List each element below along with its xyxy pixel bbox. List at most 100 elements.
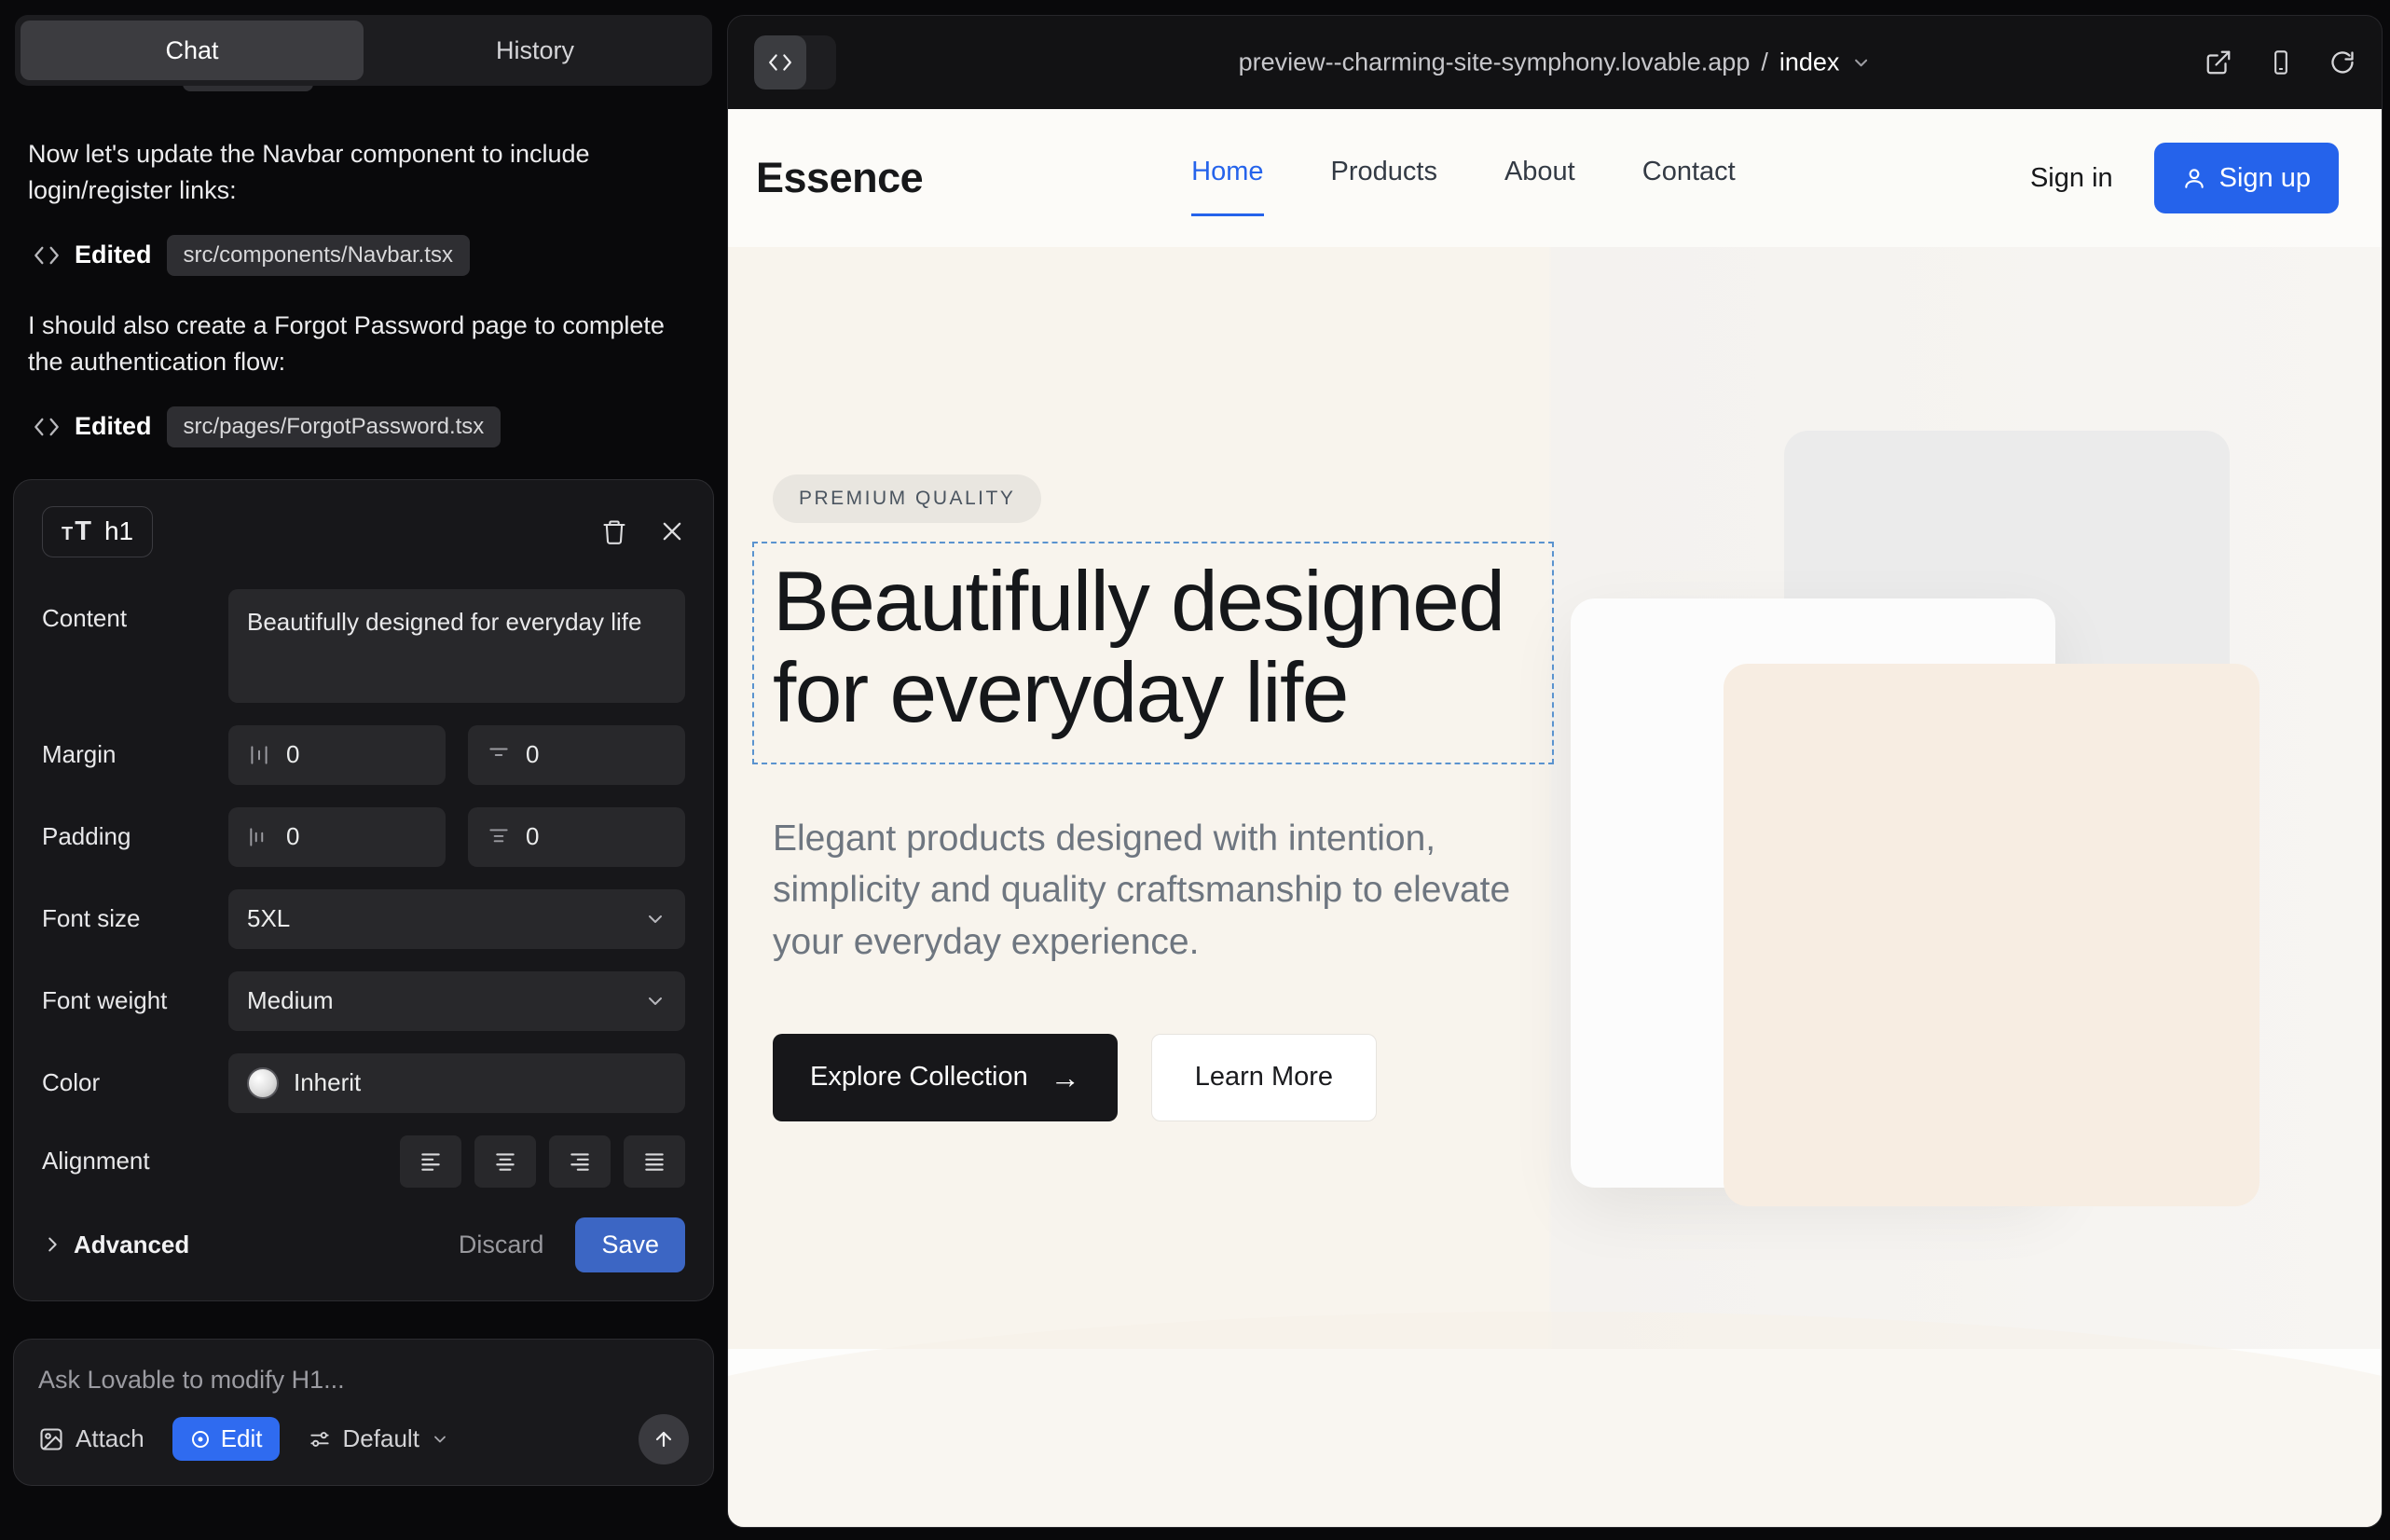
preview-actions bbox=[2205, 48, 2356, 76]
align-right-button[interactable] bbox=[549, 1135, 611, 1188]
advanced-expander[interactable]: Advanced bbox=[42, 1231, 189, 1259]
hero-headline[interactable]: Beautifully designed for everyday life bbox=[773, 557, 1532, 740]
code-icon bbox=[34, 245, 60, 266]
padding-x-value: 0 bbox=[286, 822, 299, 851]
padding-y-value: 0 bbox=[526, 822, 539, 851]
margin-horizontal-icon bbox=[247, 743, 271, 767]
padding-horizontal-icon bbox=[247, 825, 271, 849]
content-row: Content Beautifully designed for everyda… bbox=[42, 589, 685, 703]
margin-y-input[interactable]: 0 bbox=[468, 725, 685, 785]
discard-button[interactable]: Discard bbox=[459, 1231, 544, 1259]
selected-element-pill[interactable]: TT h1 bbox=[42, 506, 153, 557]
edit-label: Edit bbox=[221, 1424, 263, 1453]
nav-link-products[interactable]: Products bbox=[1331, 157, 1437, 200]
file-edit-row: Edited src/components/Navbar.tsx bbox=[34, 235, 699, 276]
font-size-row: Font size 5XL bbox=[42, 889, 685, 949]
chevron-right-icon bbox=[42, 1234, 62, 1255]
margin-y-value: 0 bbox=[526, 740, 539, 769]
tab-history[interactable]: History bbox=[364, 21, 707, 80]
sliders-icon bbox=[308, 1427, 332, 1451]
code-view-toggle[interactable] bbox=[754, 35, 836, 89]
sign-in-link[interactable]: Sign in bbox=[2030, 163, 2113, 194]
explore-collection-button[interactable]: Explore Collection → bbox=[773, 1034, 1118, 1121]
padding-row: Padding 0 0 bbox=[42, 807, 685, 867]
site-nav-links: Home Products About Contact bbox=[1191, 157, 1736, 200]
editor-header: TT h1 bbox=[42, 506, 685, 557]
chat-message: Now let's update the Navbar component to… bbox=[28, 136, 680, 209]
code-icon[interactable] bbox=[754, 35, 806, 89]
nav-link-home[interactable]: Home bbox=[1191, 157, 1263, 216]
mobile-view-button[interactable] bbox=[2268, 49, 2294, 76]
default-label: Default bbox=[343, 1424, 419, 1453]
edit-mode-button[interactable]: Edit bbox=[172, 1417, 280, 1461]
align-left-button[interactable] bbox=[400, 1135, 461, 1188]
margin-vertical-icon bbox=[487, 743, 511, 767]
hero-subtext[interactable]: Elegant products designed with intention… bbox=[773, 813, 1518, 969]
default-mode-dropdown[interactable]: Default bbox=[308, 1424, 449, 1453]
decorative-curve bbox=[728, 1312, 2382, 1527]
font-weight-select[interactable]: Medium bbox=[228, 971, 685, 1031]
refresh-button[interactable] bbox=[2329, 49, 2356, 76]
padding-x-input[interactable]: 0 bbox=[228, 807, 446, 867]
file-path-badge[interactable]: src/pages/ForgotPassword.tsx bbox=[167, 406, 501, 447]
edit-action-label: Edited bbox=[75, 412, 152, 441]
font-size-select[interactable]: 5XL bbox=[228, 889, 685, 949]
preview-url-bar[interactable]: preview--charming-site-symphony.lovable.… bbox=[1239, 48, 1872, 77]
nav-link-about[interactable]: About bbox=[1504, 157, 1575, 200]
sign-up-button[interactable]: Sign up bbox=[2154, 143, 2339, 213]
preview-url: preview--charming-site-symphony.lovable.… bbox=[1239, 48, 1751, 77]
color-select[interactable]: Inherit bbox=[228, 1053, 685, 1113]
font-size-value: 5XL bbox=[247, 904, 290, 933]
align-center-button[interactable] bbox=[474, 1135, 536, 1188]
chevron-down-icon[interactable] bbox=[1850, 52, 1871, 73]
margin-x-value: 0 bbox=[286, 740, 299, 769]
typography-icon: TT bbox=[62, 516, 91, 547]
padding-label: Padding bbox=[42, 822, 228, 851]
padding-vertical-icon bbox=[487, 825, 511, 849]
preview-window: preview--charming-site-symphony.lovable.… bbox=[727, 15, 2383, 1528]
site-navbar: Essence Home Products About Contact Sign… bbox=[728, 109, 2382, 247]
alignment-row: Alignment bbox=[42, 1135, 685, 1188]
align-justify-button[interactable] bbox=[624, 1135, 685, 1188]
tab-chat[interactable]: Chat bbox=[21, 21, 364, 80]
site-logo[interactable]: Essence bbox=[756, 154, 923, 202]
preview-page: index bbox=[1779, 48, 1840, 77]
font-weight-label: Font weight bbox=[42, 986, 228, 1015]
element-editor-panel: TT h1 Content Beautifully designed for e… bbox=[13, 479, 714, 1301]
close-editor-button[interactable] bbox=[659, 518, 685, 544]
nav-link-contact[interactable]: Contact bbox=[1642, 157, 1736, 200]
content-input[interactable]: Beautifully designed for everyday life bbox=[228, 589, 685, 703]
delete-element-button[interactable] bbox=[601, 517, 627, 545]
chat-message: I should also create a Forgot Password p… bbox=[28, 308, 680, 380]
attach-button[interactable]: Attach bbox=[38, 1424, 144, 1453]
chat-sidebar: Chat History Now let's update the Navbar… bbox=[0, 0, 727, 1540]
margin-row: Margin 0 0 bbox=[42, 725, 685, 785]
file-edit-row: Edited src/pages/ForgotPassword.tsx bbox=[34, 406, 699, 447]
font-size-label: Font size bbox=[42, 904, 228, 933]
selected-h1-outline[interactable]: Beautifully designed for everyday life bbox=[752, 542, 1554, 764]
learn-more-button[interactable]: Learn More bbox=[1151, 1034, 1377, 1121]
send-button[interactable] bbox=[639, 1414, 689, 1464]
attach-label: Attach bbox=[76, 1424, 144, 1453]
hero-cta-row: Explore Collection → Learn More bbox=[773, 1034, 2382, 1121]
save-button[interactable]: Save bbox=[575, 1217, 685, 1272]
color-label: Color bbox=[42, 1068, 228, 1097]
chat-composer: Attach Edit Default bbox=[13, 1339, 714, 1486]
color-swatch bbox=[247, 1067, 279, 1099]
open-external-button[interactable] bbox=[2205, 48, 2232, 76]
alignment-label: Alignment bbox=[42, 1147, 228, 1176]
url-separator: / bbox=[1761, 48, 1768, 77]
image-icon bbox=[38, 1426, 64, 1452]
font-weight-value: Medium bbox=[247, 986, 333, 1015]
padding-y-input[interactable]: 0 bbox=[468, 807, 685, 867]
color-value: Inherit bbox=[294, 1068, 361, 1097]
explore-collection-label: Explore Collection bbox=[810, 1062, 1028, 1093]
margin-x-input[interactable]: 0 bbox=[228, 725, 446, 785]
toggle-handle[interactable] bbox=[806, 35, 836, 89]
target-icon bbox=[189, 1428, 212, 1451]
chevron-down-icon bbox=[644, 990, 666, 1012]
chevron-down-icon bbox=[644, 908, 666, 930]
file-path-badge[interactable]: src/components/Navbar.tsx bbox=[167, 235, 470, 276]
content-label: Content bbox=[42, 589, 228, 633]
composer-input[interactable] bbox=[38, 1366, 689, 1395]
